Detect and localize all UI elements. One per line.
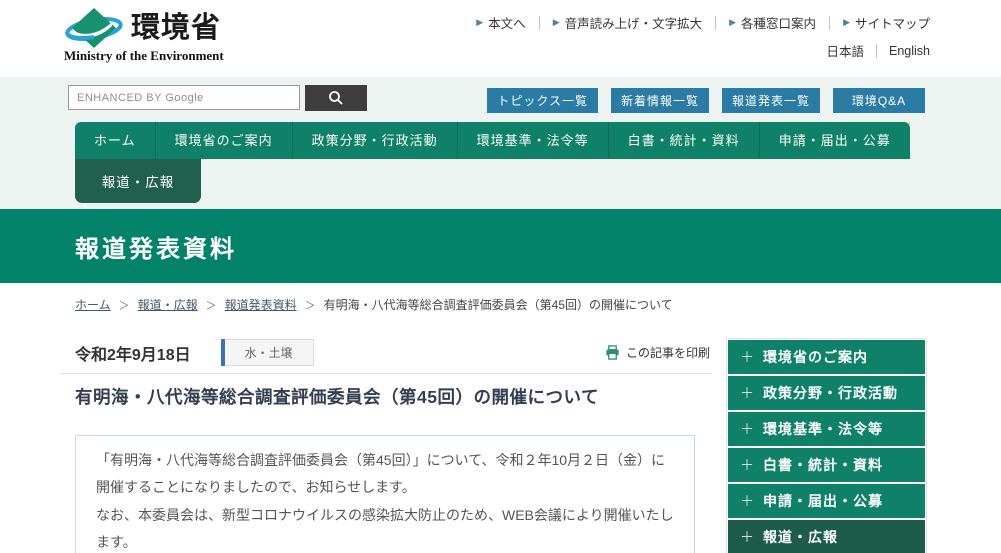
article-body-box: 「有明海・八代海等総合調査評価委員会（第45回）」について、令和２年10月２日（…: [75, 435, 695, 553]
plus-icon: ＋: [740, 493, 754, 509]
breadcrumb-separator: ＞: [304, 299, 316, 312]
plus-icon: ＋: [740, 421, 754, 437]
sidebar-item-whitepapers[interactable]: ＋ 白書・統計・資料: [728, 448, 925, 482]
search-button[interactable]: [305, 85, 367, 111]
nav-item-about[interactable]: 環境省のご案内: [154, 122, 292, 159]
breadcrumb-separator: ＞: [118, 299, 130, 312]
press-release-list-button[interactable]: 報道発表一覧: [721, 88, 820, 113]
sidebar-item-label: 環境省のご案内: [763, 349, 868, 365]
article-paragraph: 「有明海・八代海等総合調査評価委員会（第45回）」について、令和２年10月２日（…: [96, 452, 666, 496]
plus-icon: ＋: [740, 385, 754, 401]
sidebar-item-standards[interactable]: ＋ 環境基準・法令等: [728, 412, 925, 446]
arrow-right-icon: ▶: [476, 17, 484, 27]
sidebar-item-policy[interactable]: ＋ 政策分野・行政活動: [728, 376, 925, 410]
sidebar-item-about[interactable]: ＋ 環境省のご案内: [728, 340, 925, 374]
magnifier-icon: [329, 91, 343, 105]
sidebar-item-label: 白書・統計・資料: [763, 457, 883, 473]
printer-icon: [606, 345, 619, 360]
breadcrumb-press[interactable]: 報道・広報: [138, 296, 198, 313]
new-info-list-button[interactable]: 新着情報一覧: [610, 88, 709, 113]
category-tag-label: 水・土壌: [224, 339, 314, 366]
print-article-label: この記事を印刷: [625, 346, 710, 360]
print-article-link[interactable]: この記事を印刷: [605, 344, 710, 361]
arrow-right-icon: ▶: [552, 17, 560, 27]
sidebar-item-label: 政策分野・行政活動: [763, 385, 898, 401]
arrow-right-icon: ▶: [729, 17, 737, 27]
sidebar-item-applications[interactable]: ＋ 申請・届出・公募: [728, 484, 925, 518]
utility-link-label: 各種窓口案内: [741, 17, 817, 31]
plus-icon: ＋: [740, 457, 754, 473]
utility-link-accessibility[interactable]: ▶ 音声読み上げ・文字拡大: [540, 13, 715, 32]
utility-link-label: 本文へ: [488, 17, 526, 31]
nav-item-standards[interactable]: 環境基準・法令等: [456, 122, 608, 159]
language-switcher: 日本語 English: [814, 41, 930, 60]
breadcrumb-home[interactable]: ホーム: [75, 296, 111, 313]
breadcrumb-current: 有明海・八代海等総合調査評価委員会（第45回）の開催について: [323, 298, 673, 312]
main-content: ホーム ＞ 報道・広報 ＞ 報道発表資料 ＞ 有明海・八代海等総合調査評価委員会…: [0, 283, 1001, 553]
article-date: 令和2年9月18日: [75, 346, 191, 364]
site-header: 環境省 Ministry of the Environment ▶ 本文へ ▶ …: [0, 0, 1001, 77]
nav-item-press-active[interactable]: 報道・広報: [75, 159, 201, 203]
nav-item-applications[interactable]: 申請・届出・公募: [758, 122, 910, 159]
utility-link-sitemap[interactable]: ▶ サイトマップ: [830, 13, 930, 32]
utility-link-label: 音声読み上げ・文字拡大: [564, 17, 703, 31]
section-title: 報道発表資料: [75, 235, 237, 263]
article-paragraph: なお、本委員会は、新型コロナウイルスの感染拡大防止のため、WEB会議により開催い…: [96, 506, 674, 550]
arrow-right-icon: ▶: [843, 17, 850, 27]
utility-link-contact-desks[interactable]: ▶ 各種窓口案内: [716, 13, 829, 32]
sidebar-item-press-active[interactable]: ＋ 報道・広報: [728, 520, 925, 553]
env-qa-button[interactable]: 環境Q&A: [833, 88, 925, 113]
category-tag[interactable]: 水・土壌: [220, 339, 314, 366]
site-subtitle: Ministry of the Environment: [64, 48, 224, 63]
utility-link-label: サイトマップ: [854, 17, 930, 31]
utility-nav: ▶ 本文へ ▶ 音声読み上げ・文字拡大 ▶ 各種窓口案内 ▶ サイトマップ: [476, 13, 930, 32]
ministry-logo[interactable]: 環境省 Ministry of the Environment: [64, 6, 224, 64]
breadcrumb-press-releases[interactable]: 報道発表資料: [225, 296, 297, 313]
nav-item-whitepapers[interactable]: 白書・統計・資料: [607, 122, 759, 159]
plus-icon: ＋: [740, 349, 754, 365]
sidebar-item-label: 環境基準・法令等: [763, 421, 883, 437]
breadcrumb: ホーム ＞ 報道・広報 ＞ 報道発表資料 ＞ 有明海・八代海等総合調査評価委員会…: [75, 296, 673, 313]
topics-list-button[interactable]: トピックス一覧: [487, 88, 598, 113]
nav-item-home[interactable]: ホーム: [75, 122, 155, 159]
moe-press-release-page: 環境省 Ministry of the Environment ▶ 本文へ ▶ …: [0, 0, 1001, 553]
sidebar-item-label: 報道・広報: [763, 529, 838, 545]
utility-link-main-content[interactable]: ▶ 本文へ: [476, 13, 538, 32]
ministry-emblem-icon: [65, 8, 123, 48]
breadcrumb-separator: ＞: [205, 299, 217, 312]
logo-row: 環境省: [64, 6, 224, 50]
article-title: 有明海・八代海等総合調査評価委員会（第45回）の開催について: [75, 387, 599, 407]
global-nav: ホーム 環境省のご案内 政策分野・行政活動 環境基準・法令等 白書・統計・資料 …: [75, 122, 910, 159]
lang-japanese[interactable]: 日本語: [814, 41, 876, 60]
article-meta-row: 令和2年9月18日 水・土壌 この記事を印刷: [60, 338, 712, 374]
sidebar-item-label: 申請・届出・公募: [763, 493, 883, 509]
sidebar-menu: ＋ 環境省のご案内 ＋ 政策分野・行政活動 ＋ 環境基準・法令等 ＋ 白書・統計…: [726, 338, 927, 553]
lang-english[interactable]: English: [877, 44, 930, 58]
nav-item-policy[interactable]: 政策分野・行政活動: [291, 122, 457, 159]
plus-icon: ＋: [740, 529, 754, 545]
tool-band: トピックス一覧 新着情報一覧 報道発表一覧 環境Q&A ホーム 環境省のご案内 …: [0, 77, 1001, 209]
quick-link-buttons: トピックス一覧 新着情報一覧 報道発表一覧 環境Q&A: [487, 88, 925, 113]
section-banner: 報道発表資料: [0, 209, 1001, 283]
site-title: 環境省: [131, 11, 222, 44]
search-input[interactable]: [68, 85, 300, 110]
